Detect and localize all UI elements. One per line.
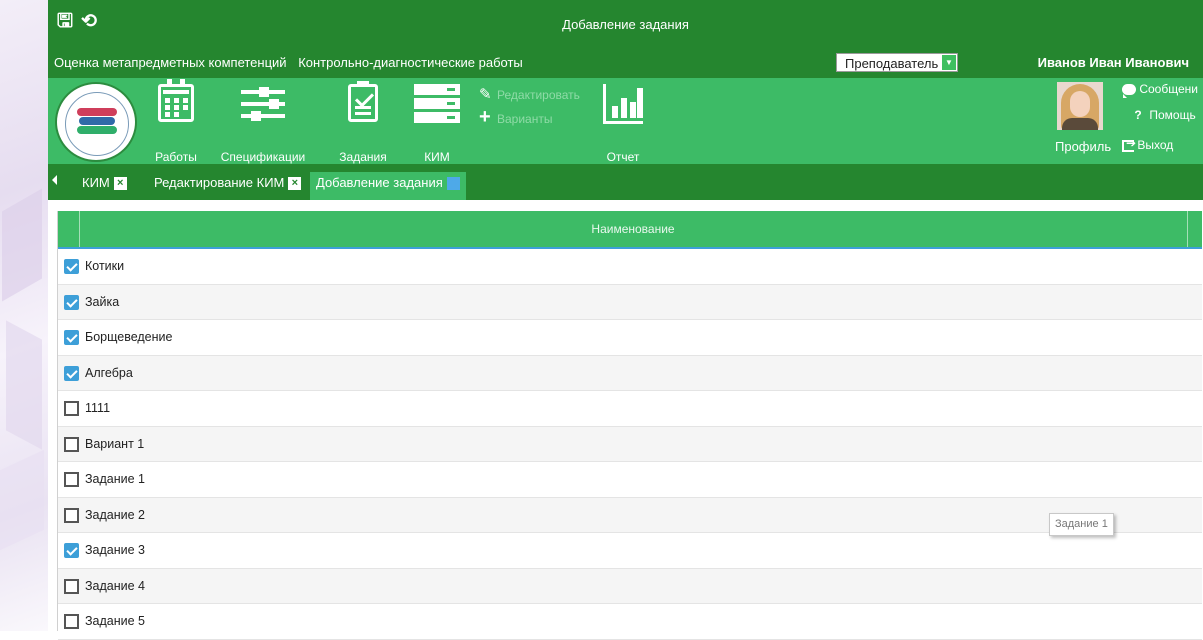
row-name: Борщеведение — [85, 330, 173, 344]
table-row[interactable]: Задание 2 — [58, 497, 1202, 533]
question-icon: ? — [1134, 108, 1142, 122]
desktop-background — [0, 0, 48, 631]
tab-scroll-left-icon[interactable] — [52, 175, 57, 185]
grid-header: Наименование — [58, 211, 1202, 249]
row-name: Задание 5 — [85, 614, 146, 628]
top-nav: Оценка метапредметных компетенций Контро… — [54, 55, 523, 70]
row-name: Задание 2 — [85, 507, 146, 522]
row-name: Алгебра — [85, 365, 133, 380]
column-header-name[interactable]: Наименование — [80, 211, 1186, 247]
report-button[interactable]: Отчет — [593, 84, 653, 164]
select-column-header[interactable] — [58, 211, 80, 247]
nav-link-meta-competencies[interactable]: Оценка метапредметных компетенций — [54, 55, 287, 70]
role-select[interactable]: Преподаватель ▼ — [836, 53, 958, 72]
edit-group: ✎ Редактировать + Варианты — [479, 84, 580, 128]
messages-link[interactable]: Сообщени — [1122, 82, 1198, 99]
exit-icon — [1122, 136, 1136, 152]
calendar-icon — [158, 79, 194, 122]
tab-add-task[interactable]: Добавление задания × — [310, 172, 466, 200]
chat-icon — [1122, 84, 1136, 99]
table-row[interactable]: Задание 3 — [58, 533, 1202, 569]
document-check-icon — [348, 81, 378, 122]
tab-bar: КИМ × Редактирование КИМ × Добавление зада… — [48, 164, 1203, 200]
window-title: Добавление задания — [562, 17, 689, 32]
kim-label: КИМ — [424, 150, 450, 164]
table-row[interactable]: Задание 5 — [58, 604, 1202, 640]
tasks-grid: Наименование Котики Зайка Борщеведение Алге… — [57, 211, 1202, 640]
row-name: Котики — [85, 259, 125, 273]
specifications-button[interactable]: Спецификации — [221, 84, 305, 164]
close-icon[interactable]: × — [288, 177, 302, 191]
close-icon[interactable]: × — [113, 177, 127, 191]
tab-label: КИМ — [82, 175, 110, 190]
row-name: Задание 3 — [85, 543, 146, 557]
user-name: Иванов Иван Иванович — [1037, 55, 1189, 70]
table-row[interactable]: Котики — [58, 249, 1202, 285]
table-row[interactable]: Задание 1 — [58, 462, 1202, 498]
works-button[interactable]: Работы — [151, 79, 201, 164]
tab-kim[interactable]: КИМ × — [82, 172, 127, 200]
pencil-icon: ✎ — [479, 86, 492, 103]
variants-label: Варианты — [497, 112, 553, 126]
grid-rows: Котики Зайка Борщеведение Алгебра 1111 Вариан… — [58, 249, 1202, 640]
table-row[interactable]: Вариант 1 — [58, 426, 1202, 462]
role-select-value: Преподаватель — [845, 56, 939, 71]
checkbox-icon[interactable] — [64, 365, 79, 381]
checkbox-icon[interactable] — [64, 578, 79, 594]
edit-button[interactable]: ✎ Редактировать — [479, 84, 580, 106]
app-window: 🖫 ⟲ Добавление задания Оценка метапредме… — [48, 0, 1203, 640]
table-row[interactable]: Зайка — [58, 284, 1202, 320]
tasks-button[interactable]: Задания — [338, 81, 388, 164]
messages-label: Сообщени — [1139, 82, 1198, 96]
help-link[interactable]: ? Помощь — [1130, 108, 1196, 122]
avatar[interactable] — [1057, 82, 1103, 130]
tab-edit-kim[interactable]: Редактирование КИМ × — [154, 172, 302, 200]
table-row[interactable]: Борщеведение — [58, 320, 1202, 356]
table-row[interactable]: Задание 4 — [58, 568, 1202, 604]
report-label: Отчет — [606, 150, 640, 164]
row-name: Задание 4 — [85, 578, 146, 593]
tab-label: Добавление задания — [316, 175, 443, 190]
row-name: 1111 — [85, 401, 111, 415]
checkbox-icon[interactable] — [64, 472, 79, 487]
table-row[interactable]: 1111 — [58, 391, 1202, 427]
checkbox-icon[interactable] — [64, 614, 79, 629]
checkbox-icon[interactable] — [64, 543, 79, 558]
profile-link[interactable]: Профиль — [1055, 139, 1111, 154]
checkbox-icon[interactable] — [64, 330, 79, 345]
row-name: Вариант 1 — [85, 436, 145, 451]
checkbox-icon[interactable] — [64, 507, 79, 523]
sliders-icon — [241, 84, 285, 124]
logout-link[interactable]: Выход — [1122, 136, 1174, 152]
ribbon-toolbar: Работы Спецификации Задания КИМ ✎ Редакт… — [48, 78, 1203, 164]
table-row[interactable]: Алгебра — [58, 355, 1202, 391]
plus-icon: + — [479, 106, 491, 128]
title-bar: 🖫 ⟲ Добавление задания — [48, 0, 1203, 52]
checkbox-icon[interactable] — [64, 401, 79, 416]
edit-label: Редактировать — [497, 88, 580, 102]
server-icon — [414, 84, 460, 124]
checkbox-icon[interactable] — [64, 259, 79, 274]
tab-label: Редактирование КИМ — [154, 175, 285, 190]
row-name: Задание 1 — [85, 472, 146, 486]
tooltip: Задание 1 — [1049, 513, 1114, 536]
logout-label: Выход — [1137, 138, 1174, 152]
variants-button[interactable]: + Варианты — [479, 106, 580, 128]
help-label: Помощь — [1149, 108, 1196, 122]
chevron-down-icon[interactable]: ▼ — [942, 55, 956, 70]
checkbox-icon[interactable] — [64, 436, 79, 452]
close-icon[interactable]: × — [446, 177, 460, 191]
kim-button[interactable]: КИМ — [412, 84, 462, 164]
nav-link-diagnostic-works[interactable]: Контрольно-диагностические работы — [298, 55, 523, 70]
checkbox-icon[interactable] — [64, 294, 79, 310]
bar-chart-icon — [603, 84, 643, 124]
row-name: Зайка — [85, 294, 120, 309]
